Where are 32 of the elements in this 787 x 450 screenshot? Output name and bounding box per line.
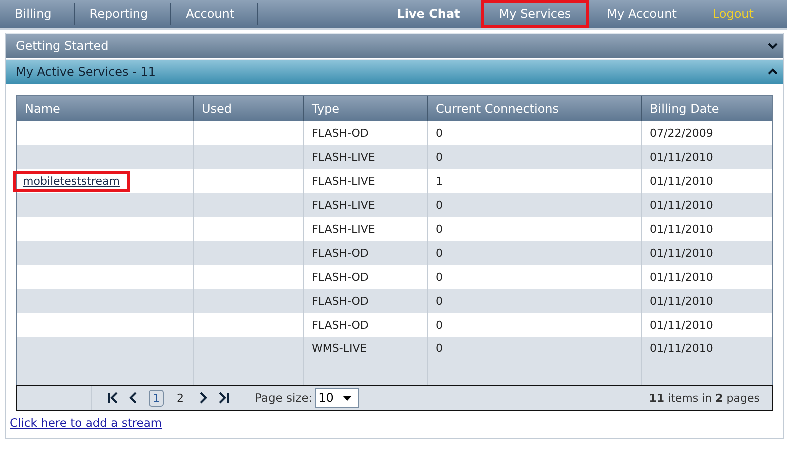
column-header[interactable]: Billing Date [642, 96, 772, 121]
panel-title: Getting Started [16, 39, 109, 53]
panel-header[interactable]: My Active Services - 11 [6, 59, 783, 84]
panel-header[interactable]: Getting Started [6, 33, 783, 58]
nav-link[interactable]: Live Chat [379, 0, 482, 28]
table-cell-text: 01/11/2010 [649, 341, 714, 357]
first-page-icon[interactable] [107, 392, 119, 404]
add-stream-link[interactable]: Click here to add a stream [10, 416, 162, 430]
table-cell-text: 07/22/2009 [649, 126, 714, 142]
table-cell-text: 01/11/2010 [649, 150, 714, 166]
table-cell-text: 01/11/2010 [649, 222, 714, 238]
stream-link[interactable]: mobileteststream [13, 170, 130, 192]
table-cell-text: 01/11/2010 [649, 198, 714, 214]
page-size-label: Page size: [255, 391, 313, 405]
nav-link[interactable]: Logout [694, 0, 787, 28]
table-cell-text: 01/11/2010 [649, 318, 714, 334]
dropdown-caret-icon[interactable] [342, 396, 352, 400]
nav-link[interactable]: Billing [0, 3, 75, 25]
table-cell-text: 01/11/2010 [649, 270, 714, 286]
nav-link[interactable]: Reporting [74, 3, 172, 25]
page-link[interactable]: 2 [173, 390, 188, 406]
table-cell-text: 01/11/2010 [649, 246, 714, 262]
table-cell-text: 01/11/2010 [649, 294, 714, 310]
page-link[interactable]: 1 [149, 390, 164, 406]
nav-link[interactable]: My Services [481, 0, 590, 28]
panel-title: My Active Services - 11 [16, 65, 156, 79]
last-page-icon[interactable] [218, 392, 230, 404]
nav-link[interactable]: My Account [589, 0, 695, 28]
pager-summary: 11 items in 2 pages [649, 392, 760, 404]
page-size-dropdown[interactable]: 10 [314, 388, 359, 408]
table-cell-text: 01/11/2010 [649, 174, 714, 190]
nav-link[interactable]: Account [171, 3, 258, 25]
